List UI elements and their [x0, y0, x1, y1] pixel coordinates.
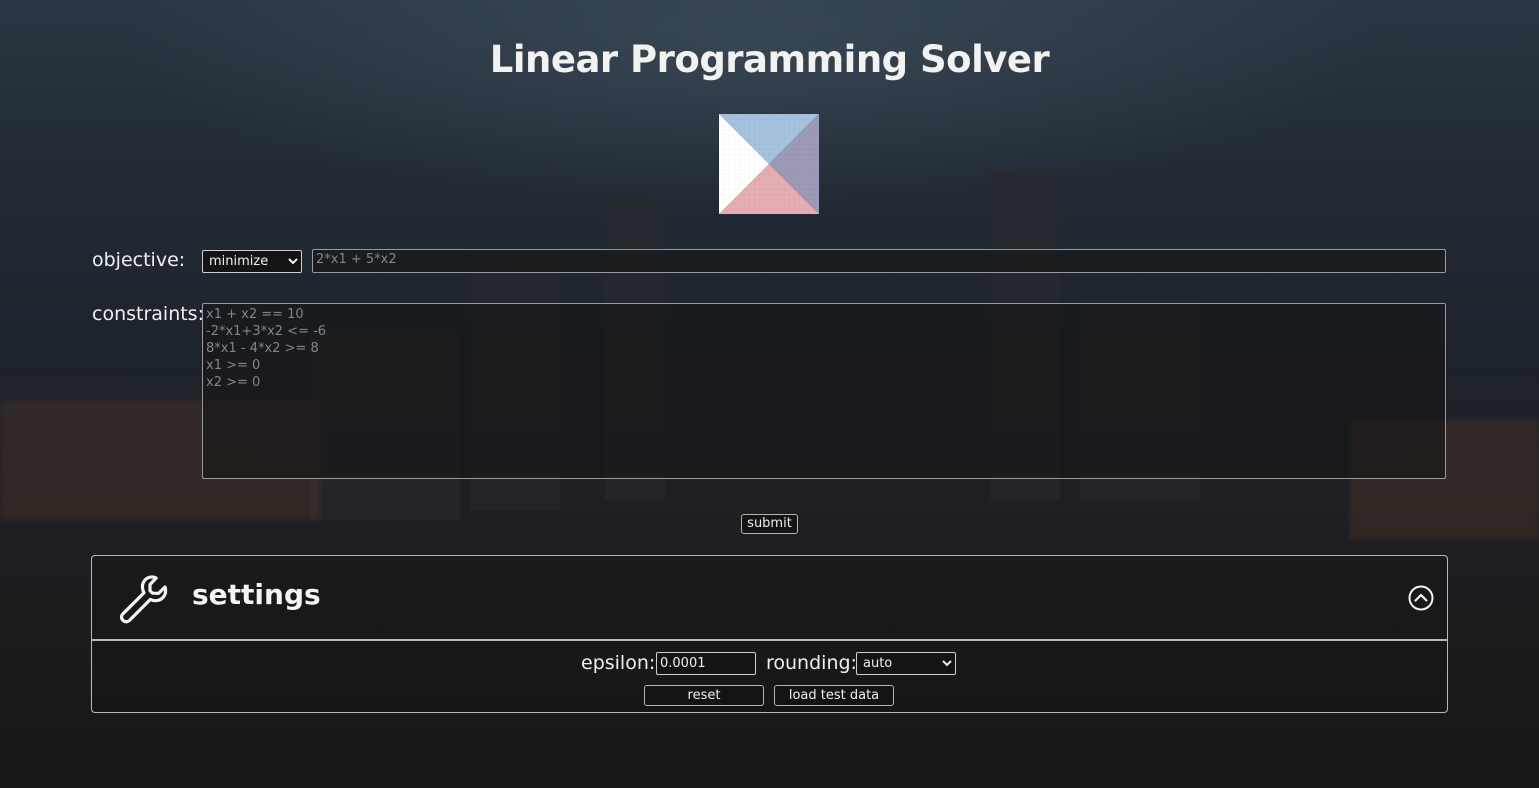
- rounding-select[interactable]: auto: [856, 652, 956, 675]
- wrench-icon: [119, 575, 168, 624]
- epsilon-input[interactable]: [656, 652, 756, 675]
- objective-sense-select[interactable]: minimize: [202, 250, 302, 273]
- constraints-label: constraints:: [92, 303, 204, 325]
- page: Linear Programming Solver objective: min…: [0, 0, 1539, 788]
- load-test-data-button[interactable]: load test data: [774, 685, 894, 706]
- settings-header[interactable]: settings: [92, 556, 1447, 641]
- submit-button[interactable]: submit: [741, 514, 798, 534]
- objective-label: objective:: [92, 249, 186, 271]
- reset-button[interactable]: reset: [644, 685, 764, 706]
- settings-title: settings: [192, 578, 321, 611]
- settings-panel: settings epsilon: rounding: auto reset l…: [91, 555, 1448, 713]
- page-title: Linear Programming Solver: [489, 38, 1050, 81]
- chevron-up-circle-icon[interactable]: [1408, 585, 1434, 611]
- app-logo: [719, 114, 819, 214]
- constraints-input[interactable]: [202, 303, 1446, 479]
- epsilon-label: epsilon:: [581, 652, 656, 674]
- rounding-label: rounding:: [766, 652, 857, 674]
- settings-body: epsilon: rounding: auto reset load test …: [92, 641, 1447, 712]
- objective-expression-input[interactable]: [312, 249, 1446, 273]
